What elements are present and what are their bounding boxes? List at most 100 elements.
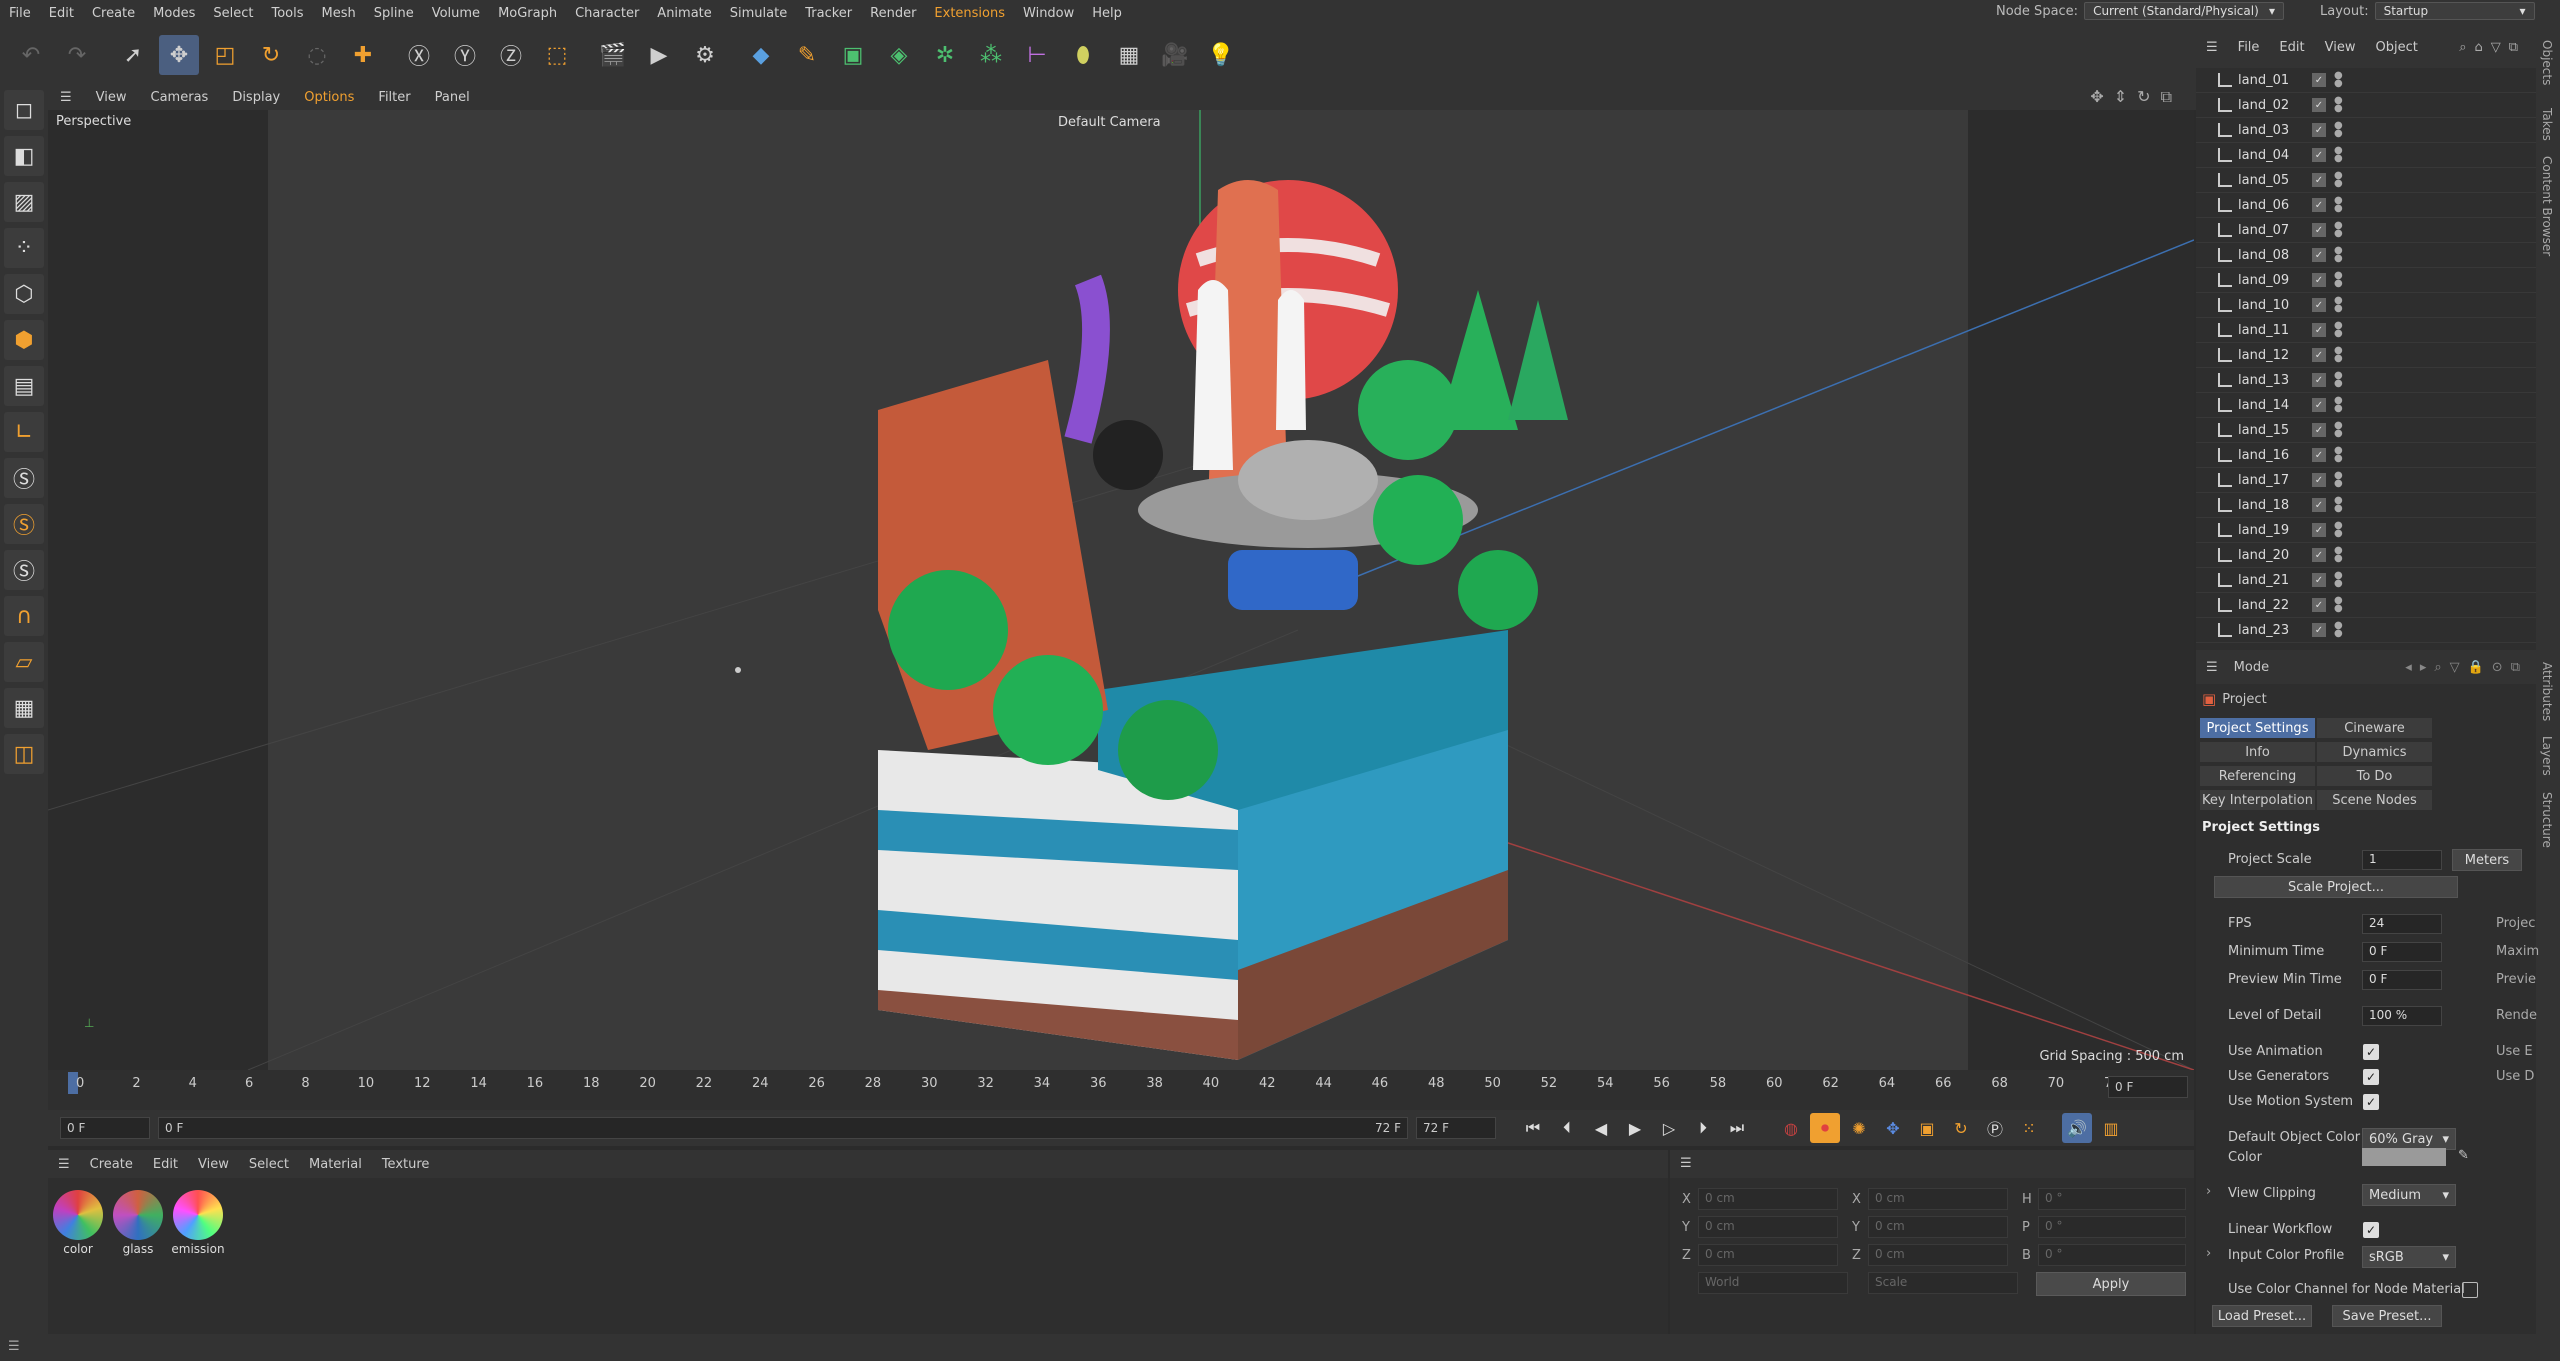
vp-menu-view[interactable]: View [84, 90, 139, 105]
save-preset-button[interactable]: Save Preset... [2332, 1305, 2442, 1327]
vp-menu-filter[interactable]: Filter [366, 90, 422, 105]
end-frame-field[interactable]: 72 F [1416, 1117, 1496, 1139]
visibility-check-icon[interactable]: ✓ [2312, 598, 2326, 612]
key-scale-icon[interactable]: ▣ [1912, 1113, 1942, 1143]
render-view-icon[interactable]: ▶ [639, 35, 679, 75]
visibility-dots-icon[interactable]: ● ● [2334, 71, 2343, 89]
visibility-dots-icon[interactable]: ● ● [2334, 596, 2343, 614]
material-glass[interactable]: glass [110, 1186, 166, 1264]
next-key-icon[interactable]: ⏵ [1688, 1113, 1718, 1143]
visibility-check-icon[interactable]: ✓ [2312, 573, 2326, 587]
object-row[interactable]: land_17 ✓ ● ● [2196, 468, 2536, 493]
menu-simulate[interactable]: Simulate [721, 6, 796, 21]
menu-file[interactable]: File [0, 6, 40, 21]
axis-mode-icon[interactable]: ∟ [4, 412, 44, 452]
visibility-dots-icon[interactable]: ● ● [2334, 396, 2343, 414]
undo-icon[interactable]: ↶ [11, 35, 51, 75]
visibility-dots-icon[interactable]: ● ● [2334, 146, 2343, 164]
viewport[interactable]: Perspective Default Camera Grid Spacing … [48, 110, 2194, 1070]
visibility-check-icon[interactable]: ✓ [2312, 248, 2326, 262]
obj-menu-file[interactable]: File [2228, 40, 2270, 55]
vp-menu-cameras[interactable]: Cameras [139, 90, 221, 105]
snap-settings-icon[interactable]: Ⓢ [4, 504, 44, 544]
visibility-dots-icon[interactable]: ● ● [2334, 546, 2343, 564]
menu-character[interactable]: Character [566, 6, 648, 21]
next-frame-icon[interactable]: ▷ [1654, 1113, 1684, 1143]
visibility-dots-icon[interactable]: ● ● [2334, 621, 2343, 639]
layout-select[interactable]: Startup ▾ [2374, 2, 2535, 20]
object-row[interactable]: land_13 ✓ ● ● [2196, 368, 2536, 393]
object-row[interactable]: land_03 ✓ ● ● [2196, 118, 2536, 143]
snap-mode-icon[interactable]: Ⓢ [4, 550, 44, 590]
mat-menu-view[interactable]: View [188, 1157, 239, 1172]
side-tab-objects[interactable]: Objects [2540, 40, 2554, 85]
goto-start-icon[interactable]: ⏮ [1518, 1113, 1548, 1143]
object-row[interactable]: land_09 ✓ ● ● [2196, 268, 2536, 293]
points-mode-icon[interactable]: ⁘ [4, 228, 44, 268]
lod-input[interactable]: 100 % [2362, 1006, 2442, 1026]
side-tab-attributes[interactable]: Attributes [2540, 662, 2554, 721]
hamburger-icon[interactable]: ☰ [48, 1157, 80, 1172]
redo-icon[interactable]: ↷ [57, 35, 97, 75]
visibility-check-icon[interactable]: ✓ [2312, 498, 2326, 512]
key-param-icon[interactable]: Ⓟ [1980, 1113, 2010, 1143]
visibility-check-icon[interactable]: ✓ [2312, 223, 2326, 237]
subdivision-icon[interactable]: ▣ [833, 35, 873, 75]
planar-workplane-icon[interactable]: ◫ [4, 734, 44, 774]
visibility-check-icon[interactable]: ✓ [2312, 273, 2326, 287]
menu-mograph[interactable]: MoGraph [489, 6, 566, 21]
texture-mode-icon[interactable]: ▨ [4, 182, 44, 222]
visibility-check-icon[interactable]: ✓ [2312, 423, 2326, 437]
field-icon[interactable]: ⬮ [1063, 35, 1103, 75]
visibility-dots-icon[interactable]: ● ● [2334, 296, 2343, 314]
tab-dynamics[interactable]: Dynamics [2317, 742, 2432, 762]
visibility-check-icon[interactable]: ✓ [2312, 448, 2326, 462]
menu-extensions[interactable]: Extensions [925, 6, 1014, 21]
input-profile-select[interactable]: sRGB ▾ [2362, 1246, 2456, 1268]
visibility-check-icon[interactable]: ✓ [2312, 348, 2326, 362]
timeline-window-icon[interactable]: ▥ [2096, 1113, 2126, 1143]
visibility-check-icon[interactable]: ✓ [2312, 373, 2326, 387]
key-pla-icon[interactable]: ⁙ [2014, 1113, 2044, 1143]
move-tool-icon[interactable]: ✥ [159, 35, 199, 75]
view-clipping-select[interactable]: Medium ▾ [2362, 1184, 2456, 1206]
tab-cineware[interactable]: Cineware [2317, 718, 2432, 738]
object-row[interactable]: land_16 ✓ ● ● [2196, 443, 2536, 468]
visibility-dots-icon[interactable]: ● ● [2334, 321, 2343, 339]
use-motion-checkbox[interactable]: ✓ [2363, 1094, 2379, 1110]
object-row[interactable]: land_06 ✓ ● ● [2196, 193, 2536, 218]
visibility-check-icon[interactable]: ✓ [2312, 73, 2326, 87]
tab-scene-nodes[interactable]: Scene Nodes [2317, 790, 2432, 810]
extrude-icon[interactable]: ◈ [879, 35, 919, 75]
visibility-dots-icon[interactable]: ● ● [2334, 346, 2343, 364]
add-tool-icon[interactable]: ✚ [343, 35, 383, 75]
goto-end-icon[interactable]: ⏭ [1722, 1113, 1752, 1143]
search-icon[interactable]: ⌕⌂▽⧉ [2449, 40, 2536, 55]
load-preset-button[interactable]: Load Preset... [2212, 1305, 2312, 1327]
camera-label[interactable]: Default Camera [1058, 115, 1161, 130]
keyframe-icon[interactable]: ✺ [1844, 1113, 1874, 1143]
workplane-icon[interactable]: ▱ [4, 642, 44, 682]
prev-frame-icon[interactable]: ◀ [1586, 1113, 1616, 1143]
visibility-check-icon[interactable]: ✓ [2312, 398, 2326, 412]
x-axis-icon[interactable]: Ⓧ [399, 35, 439, 75]
cube-icon[interactable]: ◆ [741, 35, 781, 75]
visibility-dots-icon[interactable]: ● ● [2334, 171, 2343, 189]
magnet-icon[interactable]: ∩ [4, 596, 44, 636]
object-row[interactable]: land_12 ✓ ● ● [2196, 343, 2536, 368]
rot-p-input[interactable]: 0 ° [2038, 1216, 2186, 1238]
uv-mode-icon[interactable]: ▤ [4, 366, 44, 406]
scale-project-button[interactable]: Scale Project... [2214, 876, 2458, 898]
current-frame-field[interactable]: 0 F [2108, 1076, 2188, 1098]
visibility-check-icon[interactable]: ✓ [2312, 298, 2326, 312]
make-editable-icon[interactable]: ◻ [4, 90, 44, 130]
light-icon[interactable]: 💡 [1201, 35, 1241, 75]
mograph-icon[interactable]: ⁂ [971, 35, 1011, 75]
edges-mode-icon[interactable]: ⬡ [4, 274, 44, 314]
color-swatch[interactable] [2362, 1148, 2446, 1166]
menu-tracker[interactable]: Tracker [796, 6, 861, 21]
pen-icon[interactable]: ✎ [787, 35, 827, 75]
world-select[interactable]: World [1698, 1272, 1848, 1294]
linear-workflow-checkbox[interactable]: ✓ [2363, 1222, 2379, 1238]
visibility-dots-icon[interactable]: ● ● [2334, 246, 2343, 264]
